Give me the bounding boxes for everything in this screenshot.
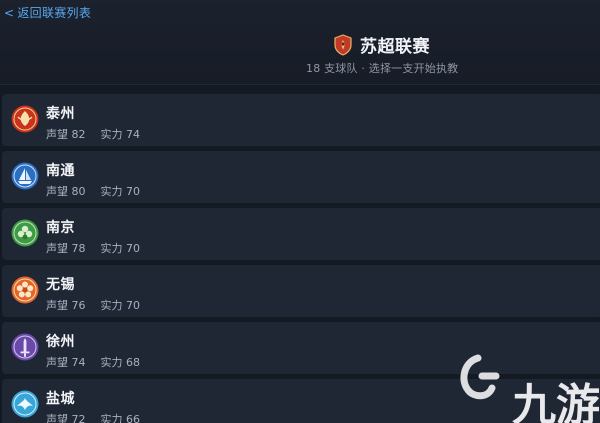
- team-name: 南京: [46, 220, 75, 236]
- back-to-league-list-link[interactable]: < 返回联赛列表: [4, 4, 91, 21]
- strength-label: 实力: [100, 299, 123, 312]
- strength-value: 68: [126, 356, 140, 369]
- league-shield-icon: [334, 33, 352, 56]
- team-row-nanjing[interactable]: 南京 声望 78 实力 70: [2, 208, 600, 260]
- reputation-value: 82: [71, 128, 86, 141]
- purple-sword-crest-icon: [11, 333, 39, 361]
- team-name: 无锡: [46, 277, 75, 293]
- reputation-value: 72: [71, 413, 86, 423]
- team-stats: 声望 72 实力 66: [46, 411, 140, 423]
- team-stats: 声望 80 实力 70: [46, 183, 140, 199]
- strength-value: 66: [126, 413, 140, 423]
- team-stats: 声望 82 实力 74: [46, 126, 140, 142]
- header-divider: [0, 84, 600, 85]
- league-title-text: 苏超联赛: [360, 37, 430, 57]
- orange-flower-crest-icon: [11, 276, 39, 304]
- reputation-label: 声望: [46, 299, 68, 312]
- reputation-label: 声望: [46, 128, 68, 141]
- red-phoenix-crest-icon: [11, 105, 39, 133]
- team-select-screen: < 返回联赛列表 苏超联赛 18 支球队 · 选择一支开始执教 泰州 声望 82…: [0, 0, 600, 423]
- strength-label: 实力: [100, 185, 123, 198]
- team-stats: 声望 76 实力 70: [46, 297, 140, 313]
- team-stats: 声望 78 实力 70: [46, 240, 140, 256]
- strength-label: 实力: [100, 242, 123, 255]
- strength-label: 实力: [100, 413, 123, 423]
- strength-value: 70: [126, 185, 140, 198]
- green-leaf-crest-icon: [11, 219, 39, 247]
- team-name: 盐城: [46, 391, 75, 407]
- team-name: 南通: [46, 163, 75, 179]
- chevron-left-icon: <: [4, 6, 15, 20]
- team-name: 徐州: [46, 334, 75, 350]
- team-stats: 声望 74 实力 68: [46, 354, 140, 370]
- team-row-wuxi[interactable]: 无锡 声望 76 实力 70: [2, 265, 600, 317]
- reputation-value: 74: [71, 356, 86, 369]
- team-row-yancheng[interactable]: 盐城 声望 72 实力 66: [2, 379, 600, 423]
- reputation-label: 声望: [46, 356, 68, 369]
- team-row-xuzhou[interactable]: 徐州 声望 74 实力 68: [2, 322, 600, 374]
- team-name: 泰州: [46, 106, 75, 122]
- reputation-label: 声望: [46, 413, 68, 423]
- reputation-value: 78: [71, 242, 86, 255]
- team-row-taizhou[interactable]: 泰州 声望 82 实力 74: [2, 94, 600, 146]
- league-subtitle: 18 支球队 · 选择一支开始执教: [306, 62, 459, 75]
- league-title: 苏超联赛: [333, 32, 430, 57]
- strength-value: 74: [126, 128, 140, 141]
- strength-value: 70: [126, 242, 140, 255]
- reputation-label: 声望: [46, 185, 68, 198]
- blue-ship-crest-icon: [11, 162, 39, 190]
- team-row-nantong[interactable]: 南通 声望 80 实力 70: [2, 151, 600, 203]
- back-link-label: 返回联赛列表: [17, 6, 92, 20]
- reputation-value: 76: [71, 299, 86, 312]
- cyan-bird-crest-icon: [11, 390, 39, 418]
- header-bar: < 返回联赛列表 苏超联赛 18 支球队 · 选择一支开始执教: [0, 0, 600, 84]
- strength-label: 实力: [100, 128, 123, 141]
- reputation-value: 80: [71, 185, 86, 198]
- reputation-label: 声望: [46, 242, 68, 255]
- strength-label: 实力: [100, 356, 123, 369]
- strength-value: 70: [126, 299, 140, 312]
